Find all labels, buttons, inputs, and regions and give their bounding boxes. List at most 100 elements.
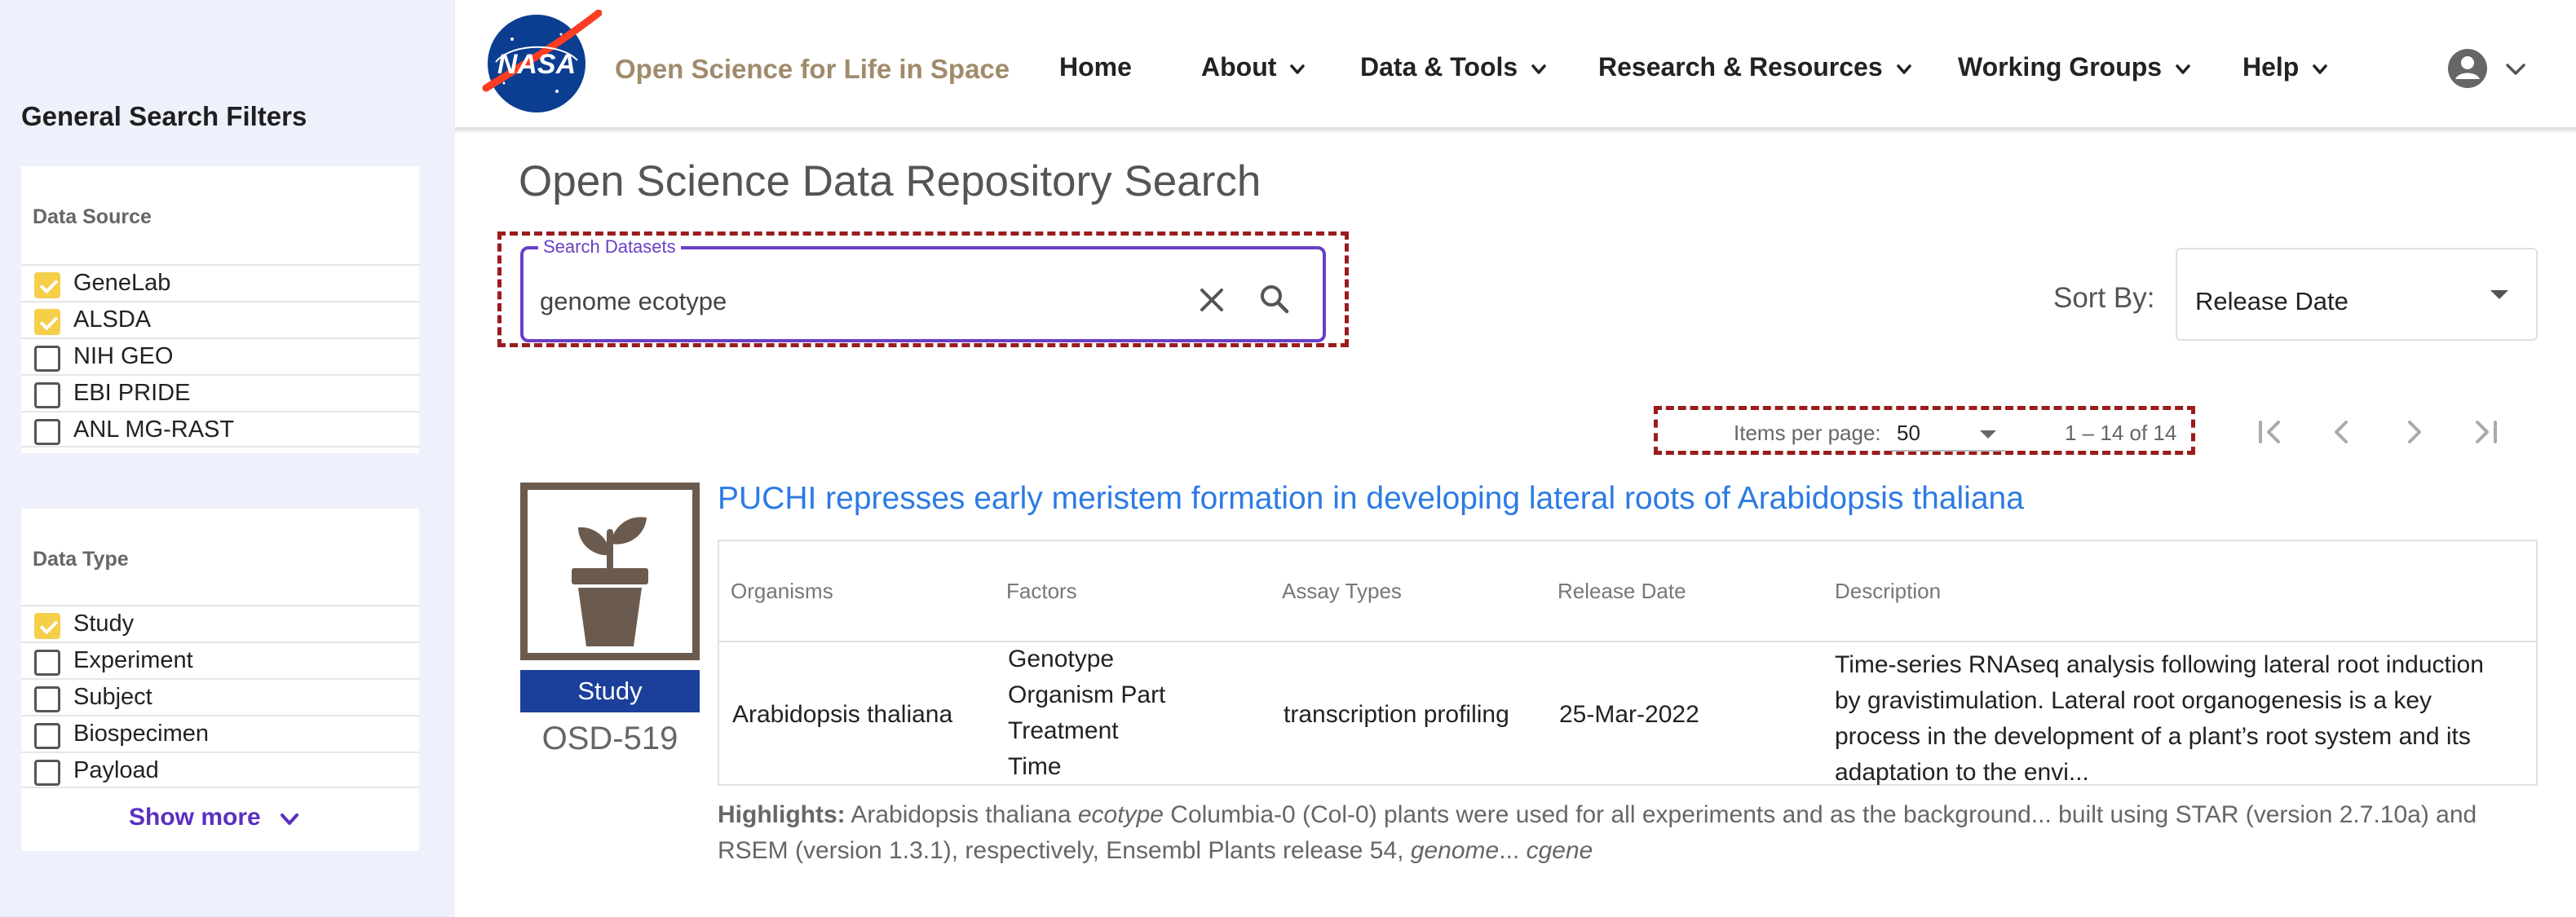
- user-menu-button[interactable]: [2445, 46, 2534, 91]
- column-header-organisms: Organisms: [731, 579, 833, 603]
- filter-option-label: Study: [73, 611, 135, 637]
- nav-label: Working Groups: [1958, 52, 2163, 82]
- description-cell: Time-series RNAseq analysis following la…: [1835, 651, 2484, 786]
- sort-by-select[interactable]: Release Date: [2176, 248, 2538, 341]
- sidebar-title: General Search Filters: [21, 101, 307, 131]
- highlight-text: ...: [1499, 837, 1520, 864]
- filter-option-genelab[interactable]: GeneLab: [21, 264, 419, 301]
- top-navigation-bar: NASA Open Science for Life in Space Home…: [455, 0, 2576, 130]
- show-more-button[interactable]: Show more: [129, 804, 261, 831]
- filter-option-label: Experiment: [73, 647, 193, 673]
- items-per-page-select[interactable]: 50: [1892, 411, 2006, 452]
- chevron-down-icon: [1531, 64, 1546, 74]
- filter-option-label: Biospecimen: [73, 721, 210, 747]
- study-id: OSD-519: [541, 721, 678, 756]
- data-source-card: Data Source GeneLab ALSDA NIH GEO EBI PR…: [21, 166, 419, 453]
- nav-home[interactable]: Home: [1059, 52, 1132, 82]
- data-type-card: Data Type Study Experiment Subject Biosp…: [21, 509, 419, 851]
- study-thumbnail[interactable]: [520, 483, 700, 660]
- account-circle-icon: [2448, 49, 2487, 88]
- nav-data-tools[interactable]: Data & Tools: [1360, 52, 1548, 82]
- search-datasets-field[interactable]: Search Datasets genome ecotype: [520, 236, 1326, 342]
- filter-option-experiment[interactable]: Experiment: [21, 641, 419, 678]
- column-header-description: Description: [1835, 579, 1942, 603]
- sidebar: General Search Filters Data Source GeneL…: [0, 0, 455, 917]
- highlight-match: ecotype: [1077, 801, 1164, 828]
- factor-item: Treatment: [1008, 717, 1119, 744]
- checkbox[interactable]: [34, 650, 60, 676]
- search-input[interactable]: genome ecotype: [540, 287, 727, 316]
- search-highlights: Highlights: Arabidopsis thaliana ecotype…: [718, 797, 2536, 869]
- first-page-icon[interactable]: [2249, 411, 2291, 453]
- checkbox-checked[interactable]: [34, 309, 60, 335]
- nav-label: Research & Resources: [1598, 52, 1883, 82]
- nav-help[interactable]: Help: [2242, 52, 2329, 82]
- filter-option-label: Payload: [73, 757, 159, 783]
- chevron-down-icon[interactable]: [277, 807, 302, 831]
- filter-option-label: Subject: [73, 684, 152, 710]
- checkbox[interactable]: [34, 382, 60, 408]
- filter-option-nih-geo[interactable]: NIH GEO: [21, 337, 419, 374]
- filter-option-biospecimen[interactable]: Biospecimen: [21, 715, 419, 752]
- nav-label: About: [1201, 52, 1277, 82]
- chevron-down-icon: [1896, 64, 1911, 74]
- last-page-icon[interactable]: [2464, 411, 2507, 453]
- organism-cell: Arabidopsis thaliana: [732, 701, 953, 728]
- chevron-down-icon: [2176, 64, 2190, 74]
- nav-label: Home: [1059, 52, 1132, 82]
- chevron-down-icon: [2506, 64, 2525, 75]
- page-title: Open Science Data Repository Search: [519, 157, 1261, 205]
- plant-pot-icon: [572, 517, 648, 646]
- sort-by-value: Release Date: [2195, 287, 2348, 315]
- table-header-row: Organisms Factors Assay Types Release Da…: [719, 541, 2536, 642]
- assay-type-cell: transcription profiling: [1284, 701, 1509, 728]
- close-icon[interactable]: [1195, 284, 1228, 316]
- column-header-factors: Factors: [1006, 579, 1077, 603]
- nav-label: Help: [2242, 52, 2300, 82]
- factor-item: Genotype: [1008, 646, 1115, 672]
- site-title[interactable]: Open Science for Life in Space: [615, 54, 1010, 85]
- nav-working-groups[interactable]: Working Groups: [1958, 52, 2192, 82]
- highlight-text: Arabidopsis thaliana: [851, 801, 1071, 828]
- data-type-badge: Study: [520, 670, 700, 712]
- filter-option-ebi-pride[interactable]: EBI PRIDE: [21, 374, 419, 411]
- dropdown-arrow-icon: [1980, 430, 1996, 439]
- chevron-down-icon: [1290, 64, 1306, 74]
- column-header-assay-types: Assay Types: [1282, 579, 1402, 603]
- filter-option-payload[interactable]: Payload: [21, 752, 419, 788]
- filter-option-label: GeneLab: [73, 270, 171, 296]
- highlight-match: cgene: [1526, 837, 1593, 864]
- data-source-title: Data Source: [33, 205, 152, 228]
- checkbox-checked[interactable]: [34, 613, 60, 639]
- sort-by-label: Sort By:: [2053, 282, 2155, 314]
- previous-page-icon[interactable]: [2321, 411, 2363, 453]
- nasa-logo[interactable]: NASA: [479, 10, 602, 114]
- checkbox[interactable]: [34, 419, 60, 445]
- checkbox[interactable]: [34, 760, 60, 786]
- nav-label: Data & Tools: [1360, 52, 1518, 82]
- pagination-range: 1 – 14 of 14: [2065, 421, 2177, 445]
- factor-item: Organism Part: [1008, 681, 1166, 708]
- search-icon[interactable]: [1257, 282, 1292, 316]
- filter-option-study[interactable]: Study: [21, 605, 419, 641]
- release-date-cell: 25-Mar-2022: [1559, 701, 1699, 728]
- filter-option-label: ANL MG-RAST: [73, 417, 235, 443]
- filter-option-anl-mg-rast[interactable]: ANL MG-RAST: [21, 411, 419, 447]
- result-title-link[interactable]: PUCHI represses early meristem formation…: [718, 481, 2024, 517]
- factor-item: Time: [1008, 753, 1062, 780]
- result-details-table: Organisms Factors Assay Types Release Da…: [718, 540, 2538, 786]
- checkbox-checked[interactable]: [34, 272, 60, 298]
- nav-about[interactable]: About: [1201, 52, 1306, 82]
- filter-option-label: EBI PRIDE: [73, 380, 191, 406]
- nav-research-resources[interactable]: Research & Resources: [1598, 52, 1913, 82]
- filter-option-alsda[interactable]: ALSDA: [21, 301, 419, 337]
- checkbox[interactable]: [34, 723, 60, 749]
- checkbox[interactable]: [34, 686, 60, 712]
- svg-text:NASA: NASA: [497, 49, 576, 80]
- next-page-icon[interactable]: [2393, 411, 2435, 453]
- chevron-down-icon: [2313, 64, 2327, 74]
- checkbox[interactable]: [34, 346, 60, 372]
- filter-option-label: NIH GEO: [73, 343, 174, 369]
- filter-option-subject[interactable]: Subject: [21, 678, 419, 715]
- dropdown-arrow-icon: [2490, 290, 2508, 299]
